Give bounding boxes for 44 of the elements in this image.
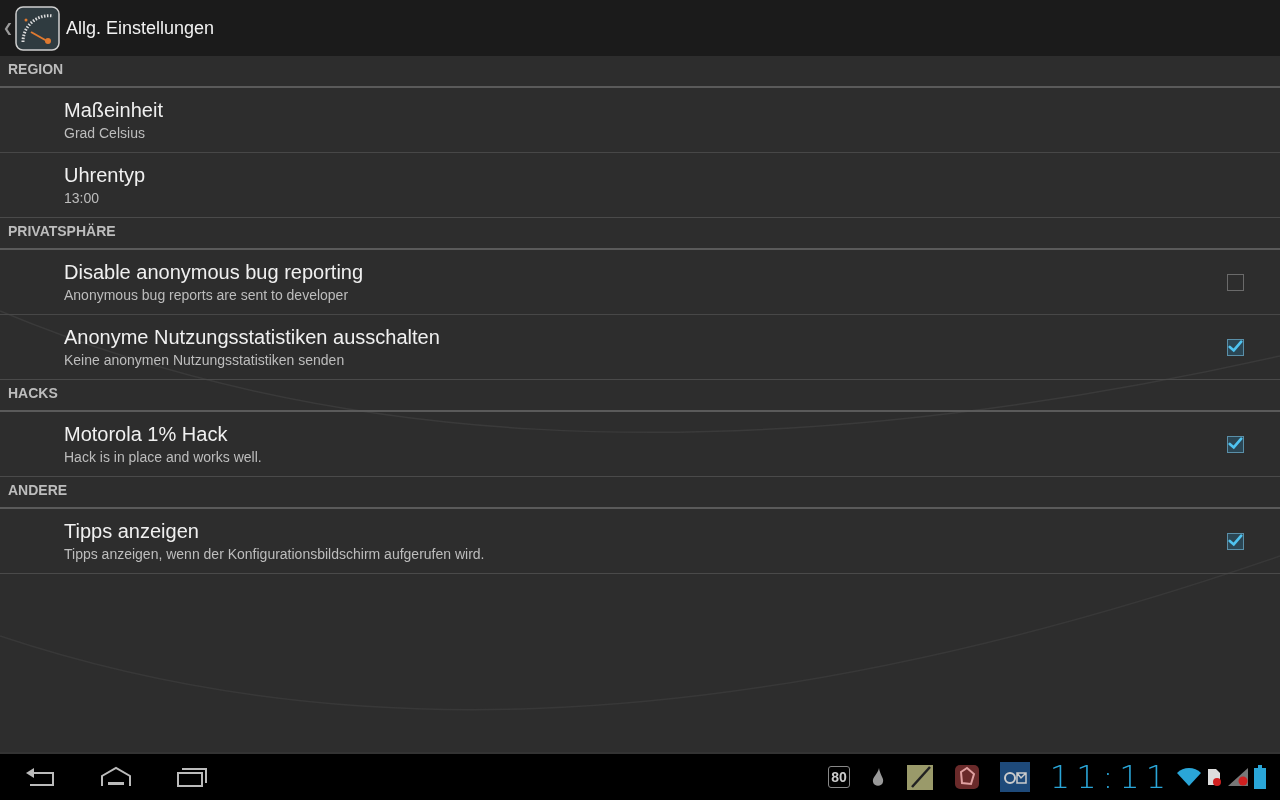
preference-title: Motorola 1% Hack — [64, 422, 229, 447]
preference-summary: Grad Celsius — [64, 124, 146, 143]
checkbox[interactable] — [1227, 338, 1244, 356]
preference-row[interactable]: Maßeinheit Grad Celsius — [0, 88, 1280, 153]
section-heading: PRIVATSPHÄRE — [8, 222, 116, 241]
sim-card-icon — [1206, 767, 1222, 787]
preference-summary: Anonymous bug reports are sent to developer — [64, 286, 350, 305]
section-heading: HACKS — [8, 384, 58, 403]
section-heading: ANDERE — [8, 481, 68, 500]
home-icon[interactable] — [100, 766, 132, 788]
checkbox[interactable] — [1227, 273, 1244, 291]
checkbox[interactable] — [1227, 532, 1244, 550]
checkmark-icon — [1228, 435, 1243, 451]
preference-title: Tipps anzeigen — [64, 519, 200, 544]
battery-icon — [1254, 765, 1266, 789]
up-caret[interactable]: ❮ — [3, 19, 13, 37]
preference-row[interactable]: Anonyme Nutzungsstatistiken ausschalten Keine anonymen Nutzungsstatistiken senden — [0, 315, 1280, 380]
wifi-icon — [1176, 767, 1202, 787]
checkmark-icon — [1228, 532, 1243, 548]
notepad-icon[interactable] — [905, 763, 934, 791]
preference-row[interactable]: Disable anonymous bug reporting Anonymous bug reports are sent to developer — [0, 250, 1280, 315]
checkmark-icon — [1228, 338, 1243, 354]
preference-summary: Keine anonymen Nutzungsstatistiken senden — [64, 351, 346, 370]
checkbox[interactable] — [1227, 435, 1244, 453]
mail-icon[interactable] — [999, 762, 1030, 792]
section-heading: REGION — [8, 60, 64, 79]
preference-title: Anonyme Nutzungsstatistiken ausschalten — [64, 325, 441, 350]
preference-row[interactable]: Tipps anzeigen Tipps anzeigen, wenn der Konfigurationsbildschirm aufgerufen wird. — [0, 509, 1280, 574]
preference-summary: 13:00 — [64, 189, 101, 208]
app-icon[interactable] — [953, 764, 980, 790]
screen-title: Allg. Einstellungen — [66, 16, 215, 40]
back-icon[interactable] — [24, 766, 56, 788]
signal-icon — [1226, 767, 1250, 787]
preference-row[interactable]: Motorola 1% Hack Hack is in place and works well. — [0, 412, 1280, 477]
preference-summary: Tipps anzeigen, wenn der Konfigurationsbildschirm aufgerufen wird. — [64, 545, 486, 564]
preference-title: Uhrentyp — [64, 163, 147, 188]
recent-apps-icon[interactable] — [176, 766, 208, 788]
preference-title: Maßeinheit — [64, 98, 164, 123]
preference-row[interactable]: Uhrentyp 13:00 — [0, 153, 1280, 218]
gauge-app-icon[interactable] — [15, 5, 60, 51]
clock: 11:11 — [1049, 759, 1172, 795]
preference-title: Disable anonymous bug reporting — [64, 260, 365, 285]
notification-badge[interactable]: 80 — [828, 766, 850, 788]
preference-summary: Hack is in place and works well. — [64, 448, 263, 467]
